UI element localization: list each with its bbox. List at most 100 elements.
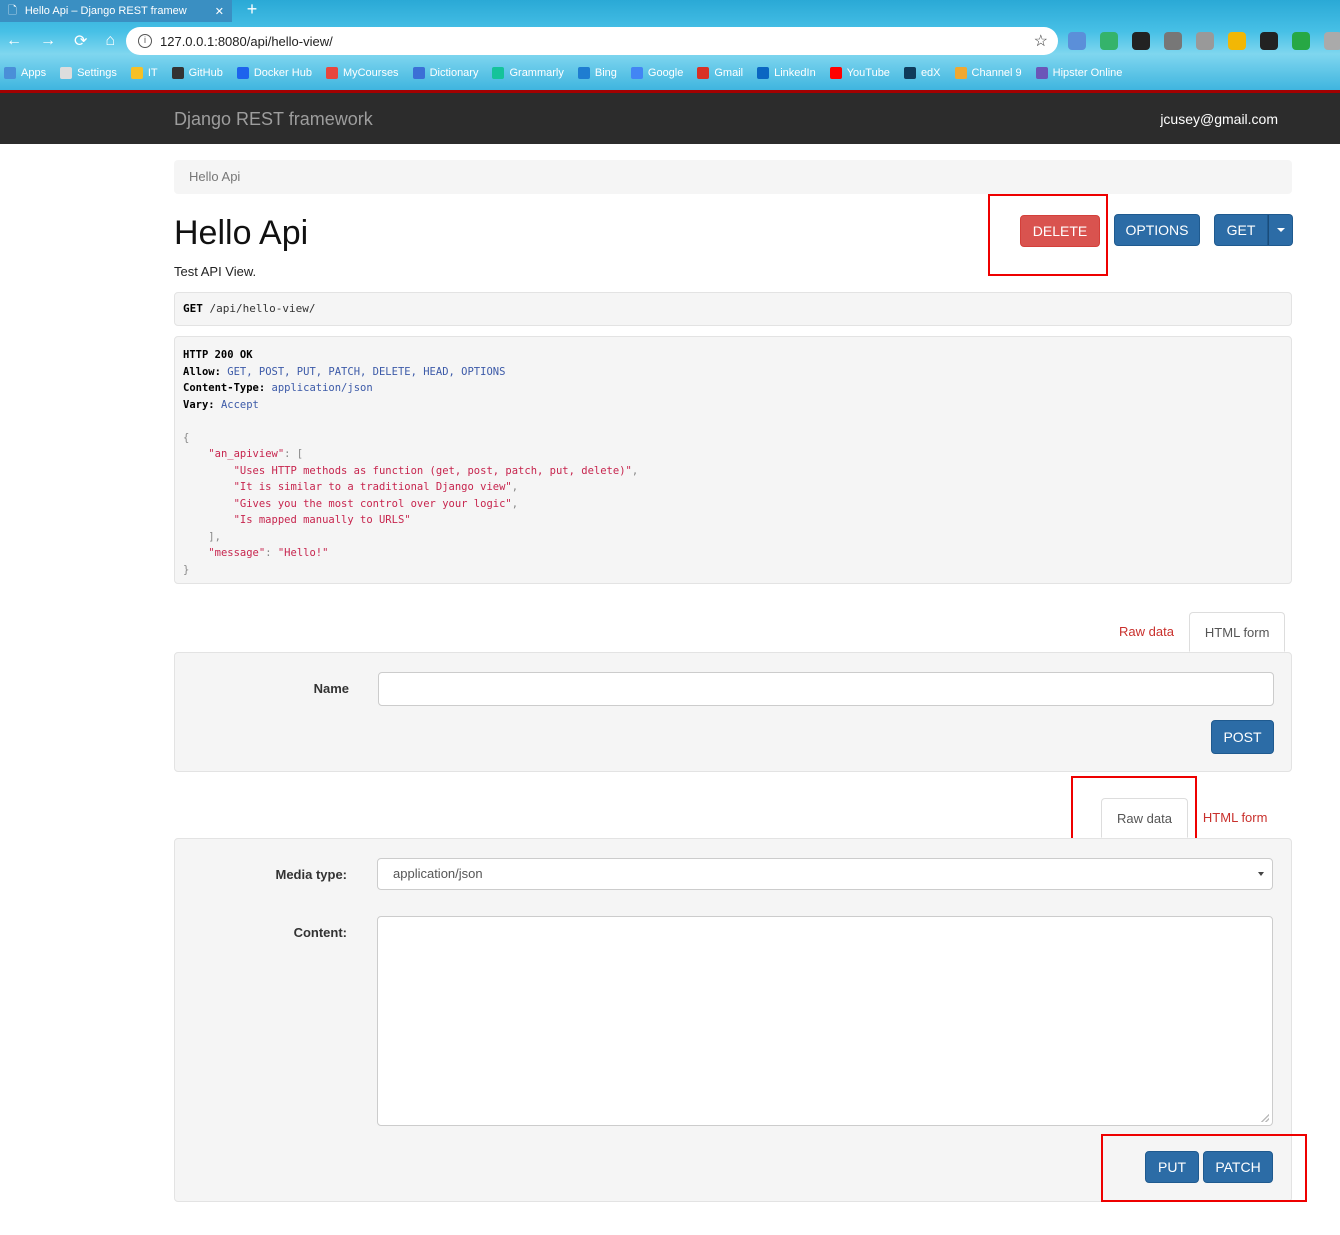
browser-tab[interactable]: 🗋 Hello Api – Django REST framew ✕ bbox=[0, 0, 232, 22]
header-value: application/json bbox=[271, 382, 373, 394]
bookmarks-bar: Apps Settings IT GitHub Docker Hub MyCourses D… bbox=[0, 62, 1122, 84]
bookmark-item[interactable]: Google bbox=[630, 67, 683, 79]
bookmark-label: Settings bbox=[77, 67, 117, 79]
bookmark-label: LinkedIn bbox=[774, 67, 816, 79]
bookmark-label: Dictionary bbox=[429, 67, 479, 79]
bookmark-favicon-icon bbox=[4, 67, 16, 79]
raw-form: Media type: application/json Content: PU… bbox=[174, 838, 1292, 1202]
tab-raw-data[interactable]: Raw data bbox=[1104, 612, 1189, 652]
page-title: Hello Api bbox=[174, 214, 309, 252]
reload-icon[interactable]: ⟳ bbox=[74, 31, 87, 51]
navbar-brand[interactable]: Django REST framework bbox=[174, 109, 373, 130]
media-type-value: application/json bbox=[393, 866, 483, 881]
extension-icon[interactable] bbox=[1292, 32, 1310, 50]
breadcrumb: Hello Api bbox=[174, 160, 1292, 194]
bookmark-item[interactable]: LinkedIn bbox=[757, 67, 816, 79]
patch-button[interactable]: PATCH bbox=[1203, 1151, 1273, 1183]
bookmark-item[interactable]: Docker Hub bbox=[236, 67, 312, 79]
info-icon[interactable]: i bbox=[138, 34, 152, 48]
chevron-down-icon bbox=[1276, 228, 1285, 232]
breadcrumb-item[interactable]: Hello Api bbox=[189, 169, 240, 184]
bookmark-item[interactable]: Settings bbox=[60, 67, 117, 79]
media-type-select[interactable]: application/json bbox=[377, 858, 1273, 890]
bookmark-item[interactable]: Gmail bbox=[697, 67, 743, 79]
post-button[interactable]: POST bbox=[1211, 720, 1274, 754]
browser-nav: ← → ⟳ ⌂ bbox=[0, 28, 124, 54]
navbar: Django REST framework jcusey@gmail.com bbox=[0, 90, 1340, 144]
json-key: "message" bbox=[208, 547, 266, 559]
bookmark-item[interactable]: Bing bbox=[577, 67, 617, 79]
tab-html-form[interactable]: HTML form bbox=[1188, 612, 1286, 652]
header-value: GET, POST, PUT, PATCH, DELETE, HEAD, OPT… bbox=[227, 365, 506, 378]
bookmark-label: Docker Hub bbox=[253, 67, 312, 79]
post-form-tabs: Raw data HTML form bbox=[1104, 612, 1286, 652]
back-icon[interactable]: ← bbox=[6, 32, 22, 50]
request-path: /api/hello-view/ bbox=[209, 302, 316, 315]
bookmark-favicon-icon bbox=[954, 67, 967, 79]
bookmark-favicon-icon bbox=[492, 67, 505, 79]
resize-handle-icon[interactable] bbox=[1261, 1114, 1269, 1122]
user-menu[interactable]: jcusey@gmail.com bbox=[1160, 111, 1278, 127]
json-key: "an_apiview" bbox=[208, 448, 285, 460]
browser-chrome: 🗋 Hello Api – Django REST framew ✕ + ← →… bbox=[0, 0, 1340, 90]
bookmark-favicon-icon bbox=[903, 67, 916, 79]
bookmark-favicon-icon bbox=[577, 67, 590, 79]
close-tab-icon[interactable]: ✕ bbox=[215, 5, 224, 18]
bookmark-favicon-icon bbox=[325, 67, 338, 79]
new-tab-button[interactable]: + bbox=[240, 0, 264, 20]
bookmark-label: YouTube bbox=[846, 67, 890, 79]
extension-icon[interactable] bbox=[1100, 32, 1118, 50]
bookmark-item[interactable]: GitHub bbox=[171, 67, 223, 79]
bookmark-favicon-icon bbox=[130, 67, 143, 79]
json-list-item: "Is mapped manually to URLS" bbox=[233, 514, 411, 526]
bookmark-favicon-icon bbox=[60, 67, 73, 79]
header-value: Accept bbox=[220, 398, 259, 411]
bookmark-label: IT bbox=[147, 67, 158, 79]
get-button[interactable]: GET bbox=[1214, 214, 1268, 246]
address-bar[interactable]: i 127.0.0.1:8080/api/hello-view/ ☆ bbox=[126, 27, 1058, 55]
chevron-down-icon bbox=[1258, 872, 1264, 876]
extension-icon[interactable] bbox=[1068, 32, 1086, 50]
options-button[interactable]: OPTIONS bbox=[1114, 214, 1200, 246]
extension-icon[interactable] bbox=[1132, 32, 1150, 50]
bookmark-item[interactable]: YouTube bbox=[829, 67, 890, 79]
name-input[interactable] bbox=[378, 672, 1274, 706]
media-type-label: Media type: bbox=[275, 867, 347, 882]
home-icon[interactable]: ⌂ bbox=[105, 32, 115, 50]
bookmark-favicon-icon bbox=[236, 67, 249, 79]
bookmark-label: edX bbox=[920, 67, 941, 79]
bookmark-label: GitHub bbox=[188, 67, 223, 79]
content-textarea[interactable] bbox=[377, 916, 1273, 1126]
bookmark-favicon-icon bbox=[171, 67, 184, 79]
bookmark-item[interactable]: Apps bbox=[4, 67, 46, 79]
bookmark-label: Bing bbox=[594, 67, 617, 79]
extension-icon[interactable] bbox=[1164, 32, 1182, 50]
bookmark-star-icon[interactable]: ☆ bbox=[1034, 31, 1048, 51]
extension-icon[interactable] bbox=[1260, 32, 1278, 50]
bookmark-item[interactable]: MyCourses bbox=[325, 67, 399, 79]
name-label: Name bbox=[313, 681, 349, 696]
forward-icon[interactable]: → bbox=[40, 32, 56, 50]
bookmark-label: Apps bbox=[21, 67, 47, 79]
extension-icon[interactable] bbox=[1228, 32, 1246, 50]
bookmark-item[interactable]: Dictionary bbox=[412, 67, 479, 79]
bookmark-favicon-icon bbox=[412, 67, 425, 79]
url-text[interactable]: 127.0.0.1:8080/api/hello-view/ bbox=[160, 34, 333, 49]
bookmark-item[interactable]: Grammarly bbox=[492, 67, 564, 79]
header-key: Allow bbox=[183, 365, 215, 378]
bookmark-item[interactable]: Hipster Online bbox=[1035, 67, 1122, 79]
bookmark-label: Grammarly bbox=[509, 67, 564, 79]
delete-button[interactable]: DELETE bbox=[1020, 215, 1100, 247]
bookmark-item[interactable]: IT bbox=[130, 67, 158, 79]
header-key: Vary bbox=[183, 398, 209, 411]
extension-icon[interactable] bbox=[1196, 32, 1214, 50]
tab-html-form[interactable]: HTML form bbox=[1188, 798, 1283, 838]
put-button[interactable]: PUT bbox=[1145, 1151, 1199, 1183]
bookmark-item[interactable]: Channel 9 bbox=[954, 67, 1022, 79]
get-format-dropdown[interactable] bbox=[1268, 214, 1293, 246]
tab-raw-data[interactable]: Raw data bbox=[1101, 798, 1188, 838]
bookmark-item[interactable]: edX bbox=[903, 67, 941, 79]
extension-icon[interactable] bbox=[1324, 32, 1340, 50]
content-label: Content: bbox=[293, 925, 347, 940]
bookmark-label: Gmail bbox=[714, 67, 744, 79]
